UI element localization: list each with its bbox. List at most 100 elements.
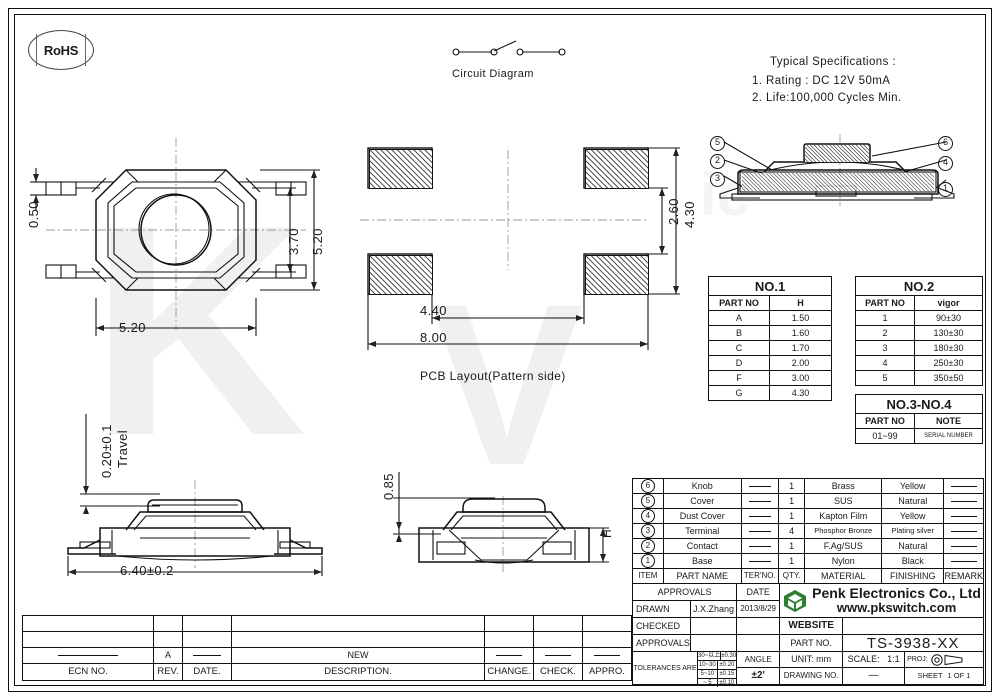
bom-header-finishing: FINISHING	[880, 568, 945, 584]
table-no34-title: NO.3-NO.4	[855, 394, 983, 414]
table-no1-cell: 3.00	[769, 370, 832, 386]
revision-cell-rev: A	[153, 647, 183, 664]
revision-header-ecn: ECN NO.	[22, 663, 154, 681]
titleblock-partno-label: PART NO.	[779, 634, 844, 653]
side-view-dim-span: 6.40±0.2	[120, 563, 174, 578]
revision-cell-ecn	[22, 647, 154, 664]
bom-part-name: Terminal	[662, 523, 742, 539]
revision-cell-rev[interactable]	[153, 615, 183, 632]
bom-header-ter-no: TER'NO.	[740, 568, 779, 584]
side-view-dim-travel: 0.20±0.1	[99, 424, 114, 478]
table-no1-cell: 1.70	[769, 340, 832, 356]
bom-ter-no	[740, 523, 779, 539]
table-no2-cell: 1	[855, 310, 915, 326]
revision-cell-check[interactable]	[533, 631, 583, 648]
revision-cell-date[interactable]	[182, 631, 232, 648]
bom-remark	[943, 538, 984, 554]
revision-cell-change[interactable]	[484, 631, 534, 648]
table-no2: NO.2 PART NO vigor 1 90±30 2 130±30 3 18…	[855, 276, 983, 386]
revision-cell-rev[interactable]	[153, 631, 183, 648]
table-no1-header-1: H	[769, 295, 832, 311]
tolerance-range: ~ 5	[698, 679, 718, 688]
titleblock-approvals2-date[interactable]	[736, 634, 781, 653]
revision-header-date: DATE.	[182, 663, 232, 681]
bom-qty: 1	[777, 478, 806, 494]
titleblock-partno-value: TS-3938-XX	[842, 634, 984, 653]
table-no3-no4: NO.3-NO.4 PART NO NOTE 01~99 SERIAL NUMB…	[855, 394, 983, 444]
table-no1-cell: B	[708, 325, 770, 341]
tolerances-block: TOLERANCES ARE 30~以上 ±0.30 10~30 ±0.20 5…	[631, 651, 738, 688]
bom-qty: 1	[777, 493, 806, 509]
revision-cell-desc[interactable]	[231, 615, 485, 632]
bom-material: SUS	[804, 493, 882, 509]
table-no2-cell: 180±30	[914, 340, 983, 356]
unit-label: UNIT:	[791, 654, 814, 665]
bom-item-balloon: 3	[632, 523, 664, 539]
table-no1-title: NO.1	[708, 276, 832, 296]
company-website[interactable]: www.pkswitch.com	[812, 600, 981, 616]
side-view-dim-travel-label: Travel	[115, 429, 130, 468]
titleblock-checked-date[interactable]	[736, 617, 781, 636]
revision-cell-check[interactable]	[533, 615, 583, 632]
scale-label: SCALE:	[847, 654, 880, 665]
section-balloon-4: 4	[938, 156, 953, 171]
bom-header-qty: QTY.	[777, 568, 806, 584]
titleblock-drawn-label: DRAWN	[632, 600, 691, 619]
bom-item-balloon: 1	[632, 553, 664, 569]
revision-cell-desc[interactable]	[231, 631, 485, 648]
revision-cell-appro[interactable]	[582, 615, 632, 632]
table-no2-cell: 90±30	[914, 310, 983, 326]
table-no1-cell: 1.50	[769, 310, 832, 326]
titleblock-approvals-label: APPROVALS	[631, 582, 738, 602]
table-no34-header-0: PART NO	[855, 413, 915, 429]
table-no2-header-0: PART NO	[855, 295, 915, 311]
section-base-hatch	[742, 173, 934, 191]
drawing-sheet: K V ic RoHS Circuit Diagram Typical Spec…	[0, 0, 1000, 700]
revision-cell-date[interactable]	[182, 615, 232, 632]
bom-item-balloon: 2	[632, 538, 664, 554]
top-view-dim-terminal: 0.50	[26, 201, 41, 228]
titleblock-approvals2-label: APPROVALS	[632, 634, 691, 653]
titleblock-approvals2-by[interactable]	[689, 634, 738, 653]
bom-material: F.Ag/SUS	[804, 538, 882, 554]
bom-part-name: Contact	[662, 538, 742, 554]
titleblock-checked-by[interactable]	[689, 617, 738, 636]
company-name: Penk Electronics Co., Ltd	[812, 585, 981, 601]
revision-header-rev: REV.	[153, 663, 183, 681]
titleblock-website-value[interactable]	[842, 617, 984, 636]
balloon-2: 2	[640, 539, 655, 553]
bom-table: 6 Knob 1 Brass Yellow 5 Cover 1 SUS Natu…	[632, 478, 984, 584]
specs-line-1: 1. Rating : DC 12V 50mA	[752, 75, 891, 87]
bom-ter-no	[740, 553, 779, 569]
tolerance-value: ±0.30	[721, 653, 737, 660]
bom-qty: 1	[777, 538, 806, 554]
bom-material: Kapton Film	[804, 508, 882, 524]
section-knob-hatch	[805, 145, 869, 162]
table-no2-title: NO.2	[855, 276, 983, 296]
bom-header-part-name: PART NAME	[662, 568, 742, 584]
table-no1-cell: 2.00	[769, 355, 832, 371]
revision-cell-ecn[interactable]	[22, 615, 154, 632]
proj-block: PROJ: SHEET 1 OF 1	[904, 651, 984, 686]
angle-label: ANGLE	[737, 652, 780, 669]
sheet-label: SHEET	[917, 671, 943, 681]
bom-header-remark: REMARK	[943, 568, 984, 584]
tolerance-range: 10~30	[698, 661, 718, 670]
cross-section-drawing	[700, 128, 960, 208]
drawingno-label: DRAWING NO.	[783, 671, 839, 681]
revision-cell-change[interactable]	[484, 615, 534, 632]
tolerance-value: ±0.10	[719, 680, 735, 687]
bom-finishing: Natural	[880, 493, 945, 509]
table-no34-cell: SERIAL NUMBER	[914, 428, 983, 444]
revision-cell-appro[interactable]	[582, 631, 632, 648]
bom-qty: 1	[777, 553, 806, 569]
title-block: APPROVALS DATE Penk Electronics Co., Ltd…	[631, 582, 984, 688]
pcb-dim-overall-width: 8.00	[420, 330, 447, 345]
revision-cell-ecn[interactable]	[22, 631, 154, 648]
cube-logo-icon	[784, 589, 807, 612]
pcb-dim-inner-height: 2.60	[666, 198, 681, 225]
table-no2-cell: 2	[855, 325, 915, 341]
pcb-pad-bottom-left	[369, 255, 433, 295]
tolerance-range: 5~10	[698, 670, 718, 679]
table-no34-header-1: NOTE	[914, 413, 983, 429]
